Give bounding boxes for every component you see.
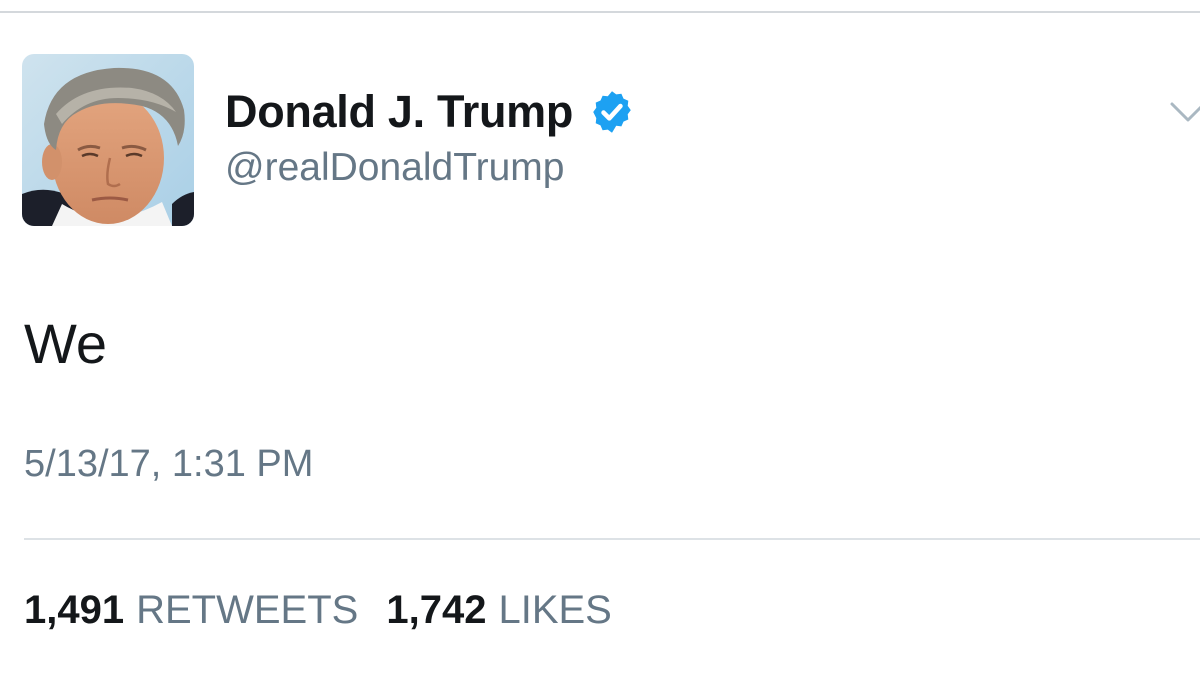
chevron-down-icon[interactable]	[1168, 96, 1200, 128]
likes-label: LIKES	[498, 588, 612, 632]
verified-badge-icon	[593, 91, 631, 133]
tweet-timestamp[interactable]: 5/13/17, 1:31 PM	[24, 443, 313, 486]
likes-stat[interactable]: 1,742 LIKES	[386, 588, 612, 633]
retweets-count: 1,491	[24, 588, 125, 632]
avatar[interactable]	[22, 54, 194, 226]
top-divider	[0, 11, 1200, 13]
tweet-text: We	[24, 312, 107, 375]
author-handle[interactable]: @realDonaldTrump	[225, 146, 564, 190]
retweets-label: RETWEETS	[136, 588, 359, 632]
likes-count: 1,742	[386, 588, 487, 632]
retweets-stat[interactable]: 1,491 RETWEETS	[24, 588, 358, 633]
author-name-row[interactable]: Donald J. Trump	[225, 84, 635, 140]
avatar-image	[22, 54, 194, 226]
author-display-name[interactable]: Donald J. Trump	[225, 86, 573, 138]
stats-divider	[24, 538, 1200, 540]
tweet-stats: 1,491 RETWEETS 1,742 LIKES	[24, 588, 612, 633]
